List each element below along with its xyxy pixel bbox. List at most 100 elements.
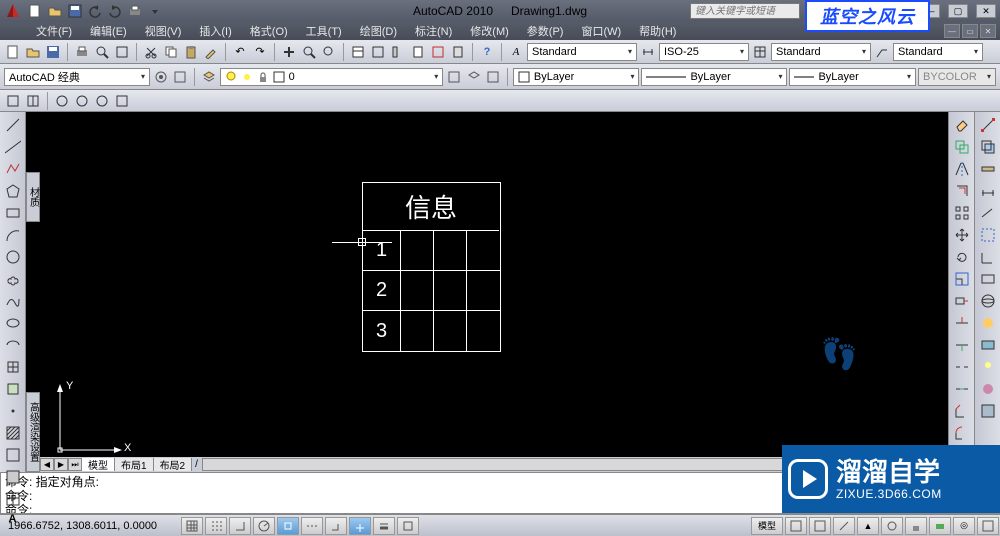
layerstate-icon[interactable] xyxy=(484,68,502,86)
mtext-icon[interactable]: A xyxy=(3,512,23,526)
tab-prev[interactable]: ◀ xyxy=(40,458,54,471)
ucs-icon-btn[interactable] xyxy=(979,248,997,266)
cut-icon[interactable] xyxy=(142,43,160,61)
navigation-footprint-icon[interactable]: 👣 xyxy=(821,337,858,372)
menu-file[interactable]: 文件(F) xyxy=(30,23,78,39)
app-logo[interactable] xyxy=(4,2,22,20)
vp-single-icon[interactable] xyxy=(4,92,22,110)
vp-named-icon[interactable] xyxy=(24,92,42,110)
dyn-toggle[interactable] xyxy=(349,517,371,535)
quickview-layouts[interactable] xyxy=(785,517,807,535)
cleanscreen-button[interactable] xyxy=(977,517,999,535)
annovisibility-button[interactable]: ▲ xyxy=(857,517,879,535)
workspace-dropdown[interactable]: AutoCAD 经典▾ xyxy=(4,68,150,86)
ellipse-icon[interactable] xyxy=(3,314,23,332)
tab-last[interactable]: ⏭ xyxy=(68,458,82,471)
offset-icon[interactable] xyxy=(953,182,971,200)
fillet-icon[interactable] xyxy=(953,424,971,442)
new-button[interactable] xyxy=(26,3,44,19)
ortho-toggle[interactable] xyxy=(229,517,251,535)
menu-tools[interactable]: 工具(T) xyxy=(300,23,348,39)
break-icon[interactable] xyxy=(953,358,971,376)
rotate-icon[interactable] xyxy=(953,248,971,266)
hatch-icon[interactable] xyxy=(3,424,23,442)
menu-help[interactable]: 帮助(H) xyxy=(633,23,682,39)
gradient-icon[interactable] xyxy=(3,446,23,464)
spline-icon[interactable] xyxy=(3,292,23,310)
annoscale-button[interactable] xyxy=(833,517,855,535)
layermatch-icon[interactable] xyxy=(445,68,463,86)
line-icon[interactable] xyxy=(3,116,23,134)
copy-icon[interactable] xyxy=(162,43,180,61)
tab-model[interactable]: 模型 xyxy=(82,458,115,471)
preview-icon[interactable] xyxy=(93,43,111,61)
isolate-button[interactable]: ◎ xyxy=(953,517,975,535)
qcalc-icon[interactable] xyxy=(449,43,467,61)
doc-restore[interactable]: ▭ xyxy=(962,24,978,38)
new-icon[interactable] xyxy=(4,43,22,61)
scale-icon[interactable] xyxy=(953,270,971,288)
menu-draw[interactable]: 绘图(D) xyxy=(354,23,403,39)
layer-manager-icon[interactable] xyxy=(200,68,218,86)
plotstyle-dropdown[interactable]: BYCOLOR ▾ xyxy=(918,68,996,86)
menu-insert[interactable]: 插入(I) xyxy=(193,23,237,39)
side-panel-render-settings[interactable]: 高级渲染设置 xyxy=(26,392,40,472)
join-icon[interactable] xyxy=(953,380,971,398)
zoom-icon[interactable] xyxy=(300,43,318,61)
menu-dimension[interactable]: 标注(N) xyxy=(409,23,458,39)
layer-dropdown[interactable]: 0 ▾ xyxy=(220,68,444,86)
redo-button[interactable] xyxy=(106,3,124,19)
open-button[interactable] xyxy=(46,3,64,19)
xline-icon[interactable] xyxy=(3,138,23,156)
quickview-drawings[interactable] xyxy=(809,517,831,535)
save-icon[interactable] xyxy=(44,43,62,61)
stretch-icon[interactable] xyxy=(953,292,971,310)
revcloud-icon[interactable] xyxy=(3,270,23,288)
mirror-icon[interactable] xyxy=(953,160,971,178)
dimali-icon[interactable] xyxy=(979,204,997,222)
zoomprev-icon[interactable] xyxy=(320,43,338,61)
otrack-toggle[interactable] xyxy=(301,517,323,535)
toolbar-lock-button[interactable] xyxy=(905,517,927,535)
light-icon[interactable] xyxy=(979,358,997,376)
menu-view[interactable]: 视图(V) xyxy=(139,23,188,39)
qat-dropdown[interactable] xyxy=(146,3,164,19)
mleaderstyle-icon[interactable] xyxy=(873,43,891,61)
grid-toggle[interactable] xyxy=(205,517,227,535)
doc-close[interactable]: ✕ xyxy=(980,24,996,38)
tab-layout1[interactable]: 布局1 xyxy=(115,458,154,471)
print-button[interactable] xyxy=(126,3,144,19)
workspace-gear-icon[interactable] xyxy=(152,68,170,86)
region-icon[interactable] xyxy=(3,468,23,486)
workspace-switch-button[interactable] xyxy=(881,517,903,535)
textstyle-icon[interactable]: A xyxy=(507,43,525,61)
properties-icon[interactable] xyxy=(349,43,367,61)
help-icon[interactable]: ? xyxy=(478,43,496,61)
array-icon[interactable] xyxy=(953,204,971,222)
insert-icon[interactable] xyxy=(3,358,23,376)
publish-icon[interactable] xyxy=(113,43,131,61)
color-dropdown[interactable]: ByLayer ▾ xyxy=(513,68,640,86)
undo-icon[interactable]: ↶ xyxy=(231,43,249,61)
osnap-toggle[interactable] xyxy=(277,517,299,535)
chamfer-icon[interactable] xyxy=(953,402,971,420)
menu-format[interactable]: 格式(O) xyxy=(244,23,294,39)
close-button[interactable]: ✕ xyxy=(976,4,996,18)
paste-icon[interactable] xyxy=(182,43,200,61)
tab-layout2[interactable]: 布局2 xyxy=(154,458,193,471)
layerprev-icon[interactable] xyxy=(465,68,483,86)
copy-obj-icon[interactable] xyxy=(953,138,971,156)
dfront-icon[interactable] xyxy=(979,138,997,156)
move-icon[interactable] xyxy=(953,226,971,244)
matchprop-icon[interactable] xyxy=(202,43,220,61)
linetype-dropdown[interactable]: ByLayer ▾ xyxy=(641,68,787,86)
tab-next[interactable]: ▶ xyxy=(54,458,68,471)
open-icon[interactable] xyxy=(24,43,42,61)
coordinates[interactable]: 1966.6752, 1308.6011, 0.0000 xyxy=(0,520,180,532)
tablestyle-dropdown[interactable]: Standard▾ xyxy=(771,43,871,61)
trim-icon[interactable] xyxy=(953,314,971,332)
menu-modify[interactable]: 修改(M) xyxy=(464,23,515,39)
select-icon[interactable] xyxy=(979,226,997,244)
3dorbit-icon[interactable] xyxy=(979,292,997,310)
dcenter-icon[interactable] xyxy=(369,43,387,61)
